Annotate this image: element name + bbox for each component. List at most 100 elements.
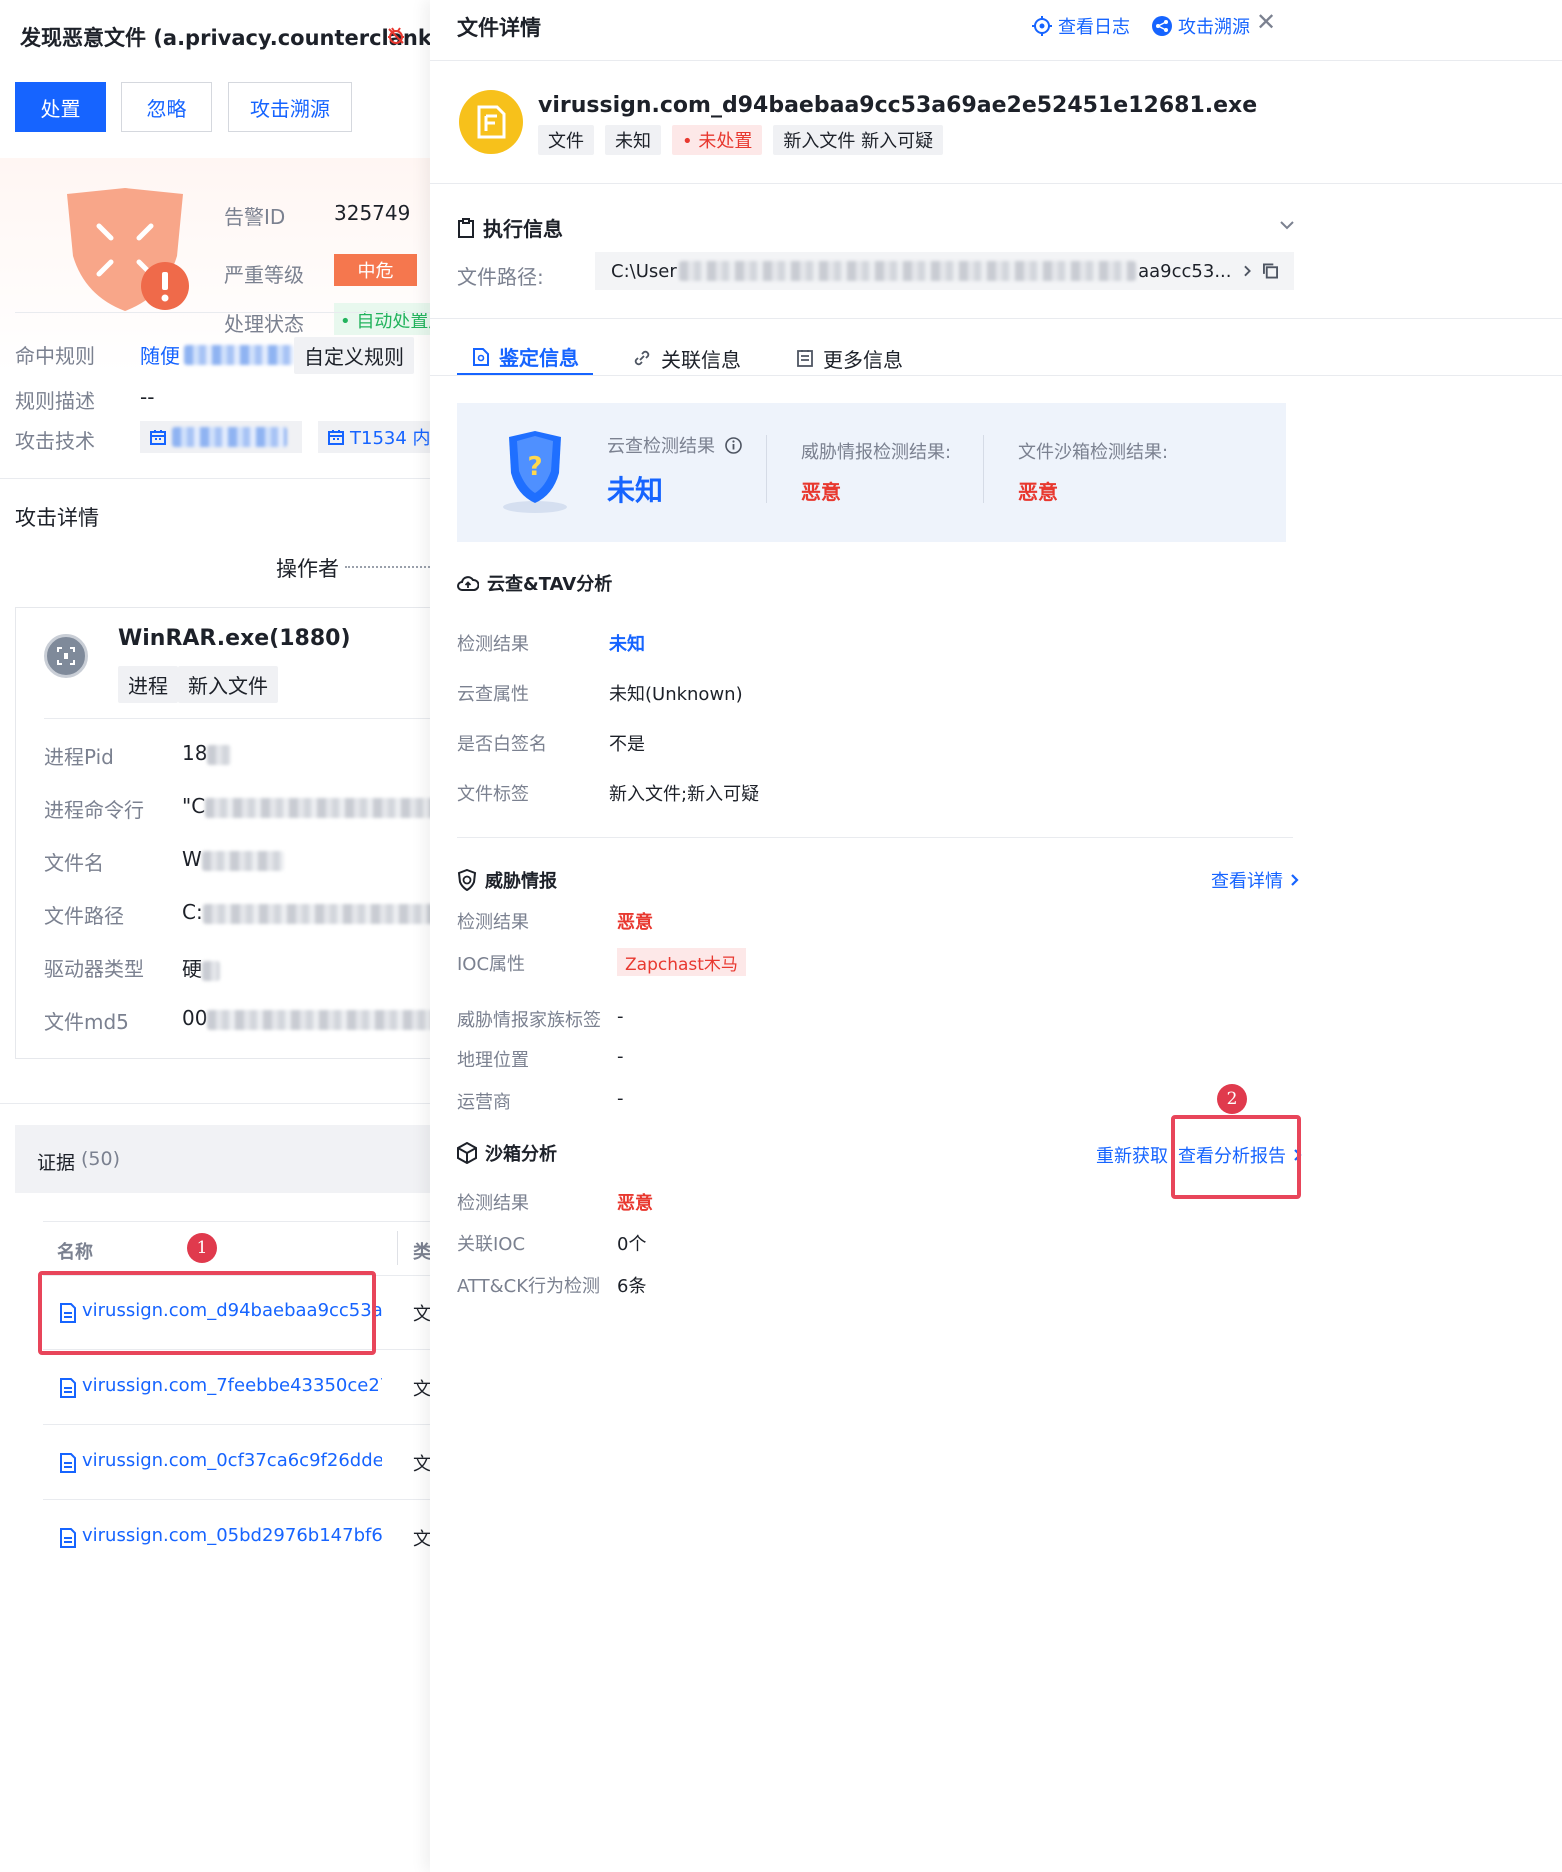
tech-label: 攻击技术: [15, 429, 95, 453]
sandbox-row-value: 恶意: [617, 1193, 653, 1214]
sandbox-heading: 沙箱分析: [457, 1140, 557, 1166]
process-row-value: C:: [182, 900, 430, 924]
box-icon: [457, 1142, 477, 1164]
summary-divider: [983, 435, 984, 503]
file-type-icon: [459, 90, 523, 154]
status-badge: • 自动处置成: [334, 303, 430, 335]
tav-row-value: 未知: [609, 634, 645, 655]
drawer-trace-link[interactable]: 攻击溯源: [1152, 13, 1250, 39]
shield-question-icon: ?: [503, 431, 567, 513]
process-row-label: 进程Pid: [44, 745, 114, 769]
ioc-badge: Zapchast木马: [617, 948, 746, 976]
highlight-box-1: [38, 1271, 376, 1355]
file-search-icon: [473, 347, 489, 366]
sandbox-result-value: 恶意: [1018, 480, 1058, 504]
copy-icon[interactable]: [1263, 263, 1278, 279]
path-redacted: [678, 261, 1137, 281]
threat-result-label: 威胁情报检测结果:: [801, 442, 952, 463]
intel-view-details-link[interactable]: 查看详情: [1211, 867, 1299, 893]
tav-row-label: 文件标签: [457, 784, 529, 805]
sandbox-title: 沙箱分析: [485, 1144, 557, 1165]
evidence-type: 文: [413, 1454, 430, 1475]
rule-value-text[interactable]: 随便: [140, 340, 180, 369]
view-log-link[interactable]: 查看日志: [1032, 13, 1130, 39]
tab-identification-label[interactable]: 鉴定信息: [499, 342, 579, 371]
process-row-label: 驱动器类型: [44, 957, 144, 981]
tab-related[interactable]: 关联信息: [633, 340, 741, 376]
evidence-file-link[interactable]: virussign.com_0cf37ca6c9f26ddecccd...: [82, 1450, 382, 1471]
ignore-button[interactable]: 忽略: [121, 82, 212, 132]
intel-row-value: 恶意: [617, 912, 653, 933]
col-type-header: 类: [413, 1242, 430, 1263]
evidence-panel: 证据 (50) 名称 类 virussign.com_d94baebaa9cc5…: [15, 1125, 430, 1872]
drawer-trace-text[interactable]: 攻击溯源: [1178, 13, 1250, 39]
rule-label: 命中规则: [15, 344, 95, 368]
rule-value[interactable]: 随便: [140, 340, 294, 369]
drawer-title: 文件详情: [457, 16, 541, 40]
intel-row-value: -: [617, 1088, 624, 1109]
evidence-type: 文: [413, 1304, 430, 1325]
tav-title: 云查&TAV分析: [487, 574, 613, 595]
operator-connector: [345, 566, 430, 568]
evidence-file-link[interactable]: virussign.com_7feebbe43350ce27d37...: [82, 1375, 382, 1396]
dispose-button[interactable]: 处置: [15, 82, 106, 132]
tech-tag-1-redacted: [172, 427, 287, 447]
process-row-value: "C: [182, 794, 430, 818]
process-row-label: 文件路径: [44, 904, 124, 928]
shield-warning-icon: [67, 188, 189, 311]
status-badge: • 未处置: [672, 125, 763, 155]
cloud-icon: [457, 576, 479, 591]
step-badge-2: 2: [1217, 1084, 1247, 1114]
highlight-box-2: [1171, 1115, 1301, 1199]
file-name: virussign.com_d94baebaa9cc53a69ae2e52451…: [538, 93, 1258, 118]
severity-badge: 中危: [334, 254, 417, 286]
share-icon: [1152, 16, 1172, 36]
tab-related-label[interactable]: 关联信息: [661, 344, 741, 373]
evidence-type: 文: [413, 1529, 430, 1550]
tech-tag-1[interactable]: [140, 421, 302, 453]
view-log-text[interactable]: 查看日志: [1058, 13, 1130, 39]
process-tag-new-file: 新入文件: [178, 666, 278, 703]
detection-summary: ? 云查检测结果 未知 威胁情报检测结果: 恶意 文件沙箱检测结果: 恶意: [457, 403, 1286, 542]
process-row-value: 硬: [182, 953, 220, 982]
bug-icon[interactable]: [385, 25, 407, 47]
tav-row-label: 云查属性: [457, 684, 529, 705]
intel-view-details-text[interactable]: 查看详情: [1211, 867, 1283, 893]
process-row-value: 00: [182, 1006, 430, 1030]
file-tag: 新入文件 新入可疑: [773, 125, 944, 155]
sandbox-row-value: 6条: [617, 1276, 647, 1297]
svg-text:?: ?: [527, 452, 542, 482]
table-row[interactable]: virussign.com_05bd2976b147bf6ab99... 文: [43, 1500, 430, 1575]
tab-more-label[interactable]: 更多信息: [823, 344, 903, 373]
severity-label: 严重等级: [224, 263, 304, 287]
process-card: WinRAR.exe(1880) 进程 新入文件 进程Pid 18 进程命令行 …: [15, 607, 430, 1059]
refresh-link[interactable]: 重新获取: [1096, 1142, 1168, 1168]
process-row-label: 进程命令行: [44, 798, 144, 822]
rule-value-redacted: [184, 344, 294, 365]
process-row-value: W: [182, 847, 284, 871]
evidence-file-link[interactable]: virussign.com_05bd2976b147bf6ab99...: [82, 1525, 382, 1546]
tav-row-label: 检测结果: [457, 634, 529, 655]
tab-more[interactable]: 更多信息: [797, 340, 903, 376]
trace-button[interactable]: 攻击溯源: [228, 82, 352, 132]
sandbox-row-label: 检测结果: [457, 1193, 529, 1214]
table-row[interactable]: virussign.com_7feebbe43350ce27d37... 文: [43, 1350, 430, 1425]
intel-row-label: 威胁情报家族标签: [457, 1010, 601, 1031]
summary-divider: [766, 435, 767, 503]
table-row[interactable]: virussign.com_0cf37ca6c9f26ddecccd... 文: [43, 1425, 430, 1500]
path-end: aa9cc53...: [1138, 260, 1232, 282]
close-icon[interactable]: ✕: [1256, 8, 1276, 36]
tech-tag-2[interactable]: T1534 内部: [318, 421, 430, 453]
link-icon: [634, 350, 650, 366]
tech-tag-2-text[interactable]: T1534 内部: [350, 424, 430, 450]
info-icon[interactable]: [725, 436, 742, 454]
process-row-label: 文件名: [44, 851, 104, 875]
chevron-right-icon[interactable]: [1243, 265, 1252, 277]
tab-identification[interactable]: 鉴定信息: [457, 340, 593, 376]
intel-title: 威胁情报: [485, 871, 557, 892]
operator-label: 操作者: [276, 557, 339, 581]
file-icon: [60, 1528, 76, 1548]
col-divider: [397, 1231, 398, 1265]
cloud-result-label-text: 云查检测结果: [607, 436, 715, 457]
chevron-down-icon[interactable]: [1280, 220, 1294, 230]
